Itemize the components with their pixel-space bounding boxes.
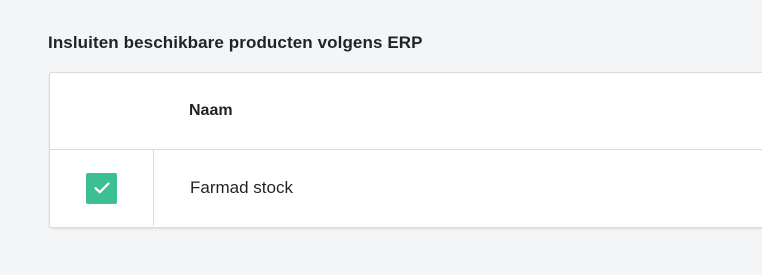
table-row: Farmad stock bbox=[50, 150, 762, 226]
table-header-row: Naam bbox=[50, 73, 762, 150]
column-header-naam: Naam bbox=[189, 102, 233, 119]
products-table: Naam Farmad stock bbox=[49, 72, 762, 228]
product-name: Farmad stock bbox=[190, 178, 293, 197]
row-select-cell bbox=[50, 150, 154, 226]
check-icon bbox=[93, 182, 110, 194]
row-checkbox[interactable] bbox=[86, 172, 117, 204]
header-select-column bbox=[50, 73, 153, 149]
section-title: Insluiten beschikbare producten volgens … bbox=[48, 33, 423, 52]
